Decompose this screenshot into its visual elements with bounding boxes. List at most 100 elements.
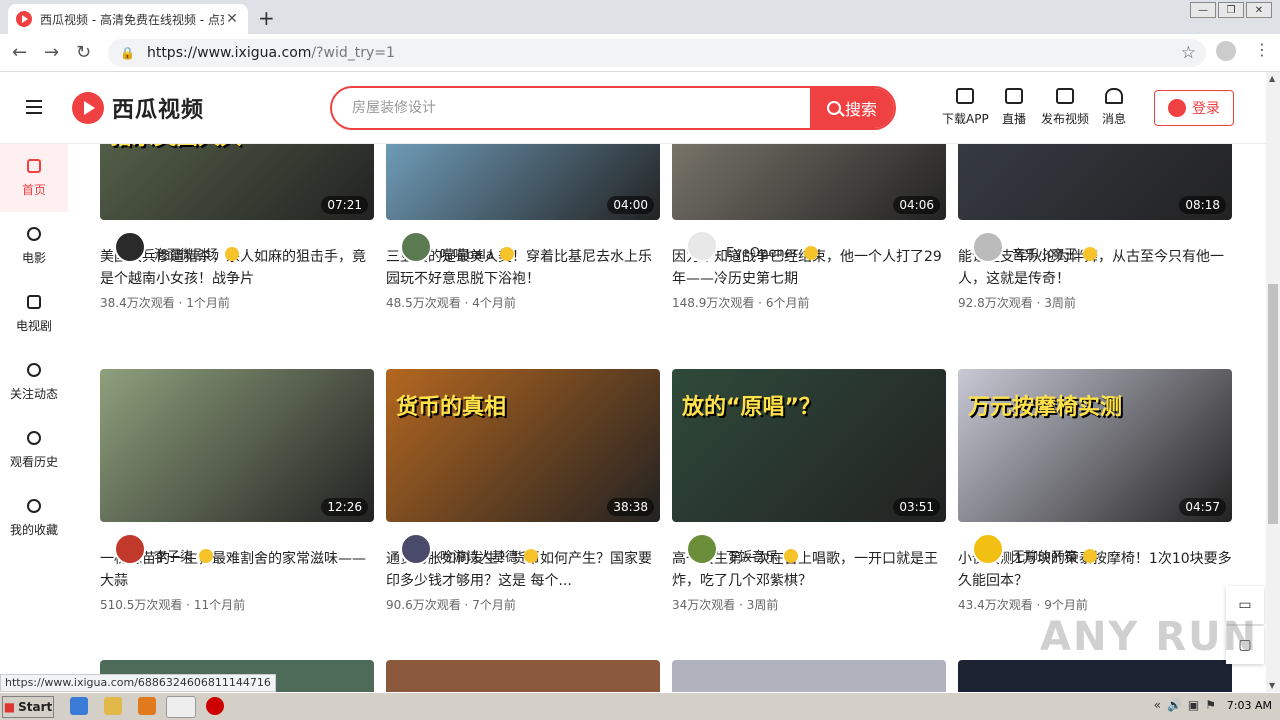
- author-name[interactable]: EyeOpener: [726, 246, 798, 261]
- video-duration: 03:51: [893, 498, 940, 516]
- video-card[interactable]: 放的“原唱”？ 03:51 下饭音乐 高一女生第一次在台上唱歌，一开口就是王炸，吃了几…: [672, 369, 946, 613]
- video-card[interactable]: 万元按摩椅实测 04:57 无聊的开箱 小伙实测1万块的荣泰按摩椅！1次10块要多久能…: [958, 369, 1232, 613]
- author-name[interactable]: 泡面微剧场: [154, 244, 219, 263]
- video-card[interactable]: 12:26 李子柒 一棵蒜苗的一生，最难割舍的家常滋味——大蒜 510.5万次观看 ·…: [100, 369, 374, 613]
- video-author[interactable]: EyeOpener: [686, 230, 818, 262]
- video-thumbnail[interactable]: M.J —— 这就是传奇08:18: [958, 144, 1232, 220]
- video-thumbnail[interactable]: 12:26: [100, 369, 374, 522]
- video-thumbnail[interactable]: 万元按摩椅实测 04:57: [958, 369, 1232, 522]
- scrollbar-thumb[interactable]: [1268, 284, 1278, 524]
- sidebar-item-movies[interactable]: 电影: [0, 212, 68, 280]
- scroll-up-icon[interactable]: ▲: [1269, 74, 1275, 83]
- video-duration: 04:06: [893, 196, 940, 214]
- sidebar-item-home[interactable]: 首页: [0, 144, 68, 212]
- maximize-icon[interactable]: ❐: [1218, 2, 1244, 18]
- site-logo[interactable]: 西瓜视频: [72, 92, 204, 124]
- download-app-label: 下载APP: [942, 112, 989, 126]
- video-thumbnail[interactable]: [672, 660, 946, 692]
- reload-icon[interactable]: ↻: [76, 42, 91, 63]
- sidebar-item-history[interactable]: 观看历史: [0, 416, 68, 484]
- verified-badge-icon: [524, 548, 539, 563]
- upload-video-button[interactable]: 发布视频: [1041, 88, 1089, 127]
- sidebar-item-tv[interactable]: 电视剧: [0, 280, 68, 348]
- author-avatar[interactable]: [972, 230, 1004, 263]
- anyrun-watermark: ANY RUN: [1040, 614, 1259, 660]
- live-button[interactable]: 直播: [1002, 88, 1026, 127]
- messages-button[interactable]: 消息: [1102, 88, 1126, 127]
- video-thumbnail[interactable]: 越南小女孩 猎杀美国大兵 07:21: [100, 144, 374, 220]
- author-name[interactable]: 无聊的开箱: [1012, 546, 1077, 565]
- verified-badge-icon: [225, 246, 240, 261]
- video-thumbnail[interactable]: [958, 660, 1232, 692]
- hamburger-menu-icon[interactable]: [26, 100, 42, 114]
- status-url-bubble: https://www.ixigua.com/68863246068111447…: [0, 674, 276, 692]
- browser-tab[interactable]: 西瓜视频 - 高清免费在线视频 - 点亮 ✕: [8, 4, 248, 34]
- heart-icon: [27, 362, 41, 377]
- sidebar-item-label: 我的收藏: [9, 522, 58, 537]
- forward-arrow-icon[interactable]: →: [44, 42, 59, 63]
- video-card[interactable]: 投降者04:06EyeOpener因为不知道战争已经结束，他一个人打了29年——…: [672, 144, 946, 311]
- author-avatar[interactable]: [400, 230, 432, 263]
- url-field[interactable]: 🔒 https://www.ixigua.com/?wid_try=1 ☆: [108, 39, 1206, 67]
- author-name[interactable]: 喵喵bala: [440, 244, 494, 263]
- view-count: 148.9万次观看: [672, 296, 755, 310]
- video-card[interactable]: M.J —— 这就是传奇08:18音乐小魔王能让整支军队沦为伴舞，从古至今只有他…: [958, 144, 1232, 311]
- media-player-icon[interactable]: [138, 697, 156, 715]
- new-tab-button[interactable]: +: [258, 6, 275, 30]
- download-app-button[interactable]: 下载APP: [942, 88, 989, 127]
- video-author[interactable]: 音乐小魔王: [972, 230, 1098, 263]
- video-author[interactable]: 下饭音乐: [686, 532, 799, 565]
- sidebar-item-following[interactable]: 关注动态: [0, 348, 68, 416]
- back-arrow-icon[interactable]: ←: [12, 42, 27, 63]
- video-author[interactable]: 喵喵bala: [400, 230, 514, 263]
- close-window-icon[interactable]: ✕: [1246, 2, 1272, 18]
- video-card[interactable]: 越南小女孩 猎杀美国大兵07:21泡面微剧场美国大兵惨遭猎杀，杀人如麻的狙击手，…: [100, 144, 374, 311]
- author-avatar[interactable]: [686, 230, 718, 262]
- video-thumbnail[interactable]: 水上乐园04:00: [386, 144, 660, 220]
- video-thumbnail[interactable]: [386, 660, 660, 692]
- video-author[interactable]: 李子柒: [114, 532, 214, 565]
- profile-avatar-icon[interactable]: [1216, 41, 1236, 61]
- bell-icon: [1105, 88, 1123, 104]
- search-input[interactable]: [332, 88, 812, 128]
- search-icon: [826, 101, 841, 115]
- login-button[interactable]: 登录: [1154, 90, 1234, 126]
- close-tab-icon[interactable]: ✕: [224, 11, 240, 27]
- view-count: 90.6万次观看: [386, 598, 461, 612]
- video-card[interactable]: 水上乐园04:00喵喵bala三亚真的是最美人美！穿着比基尼去水上乐园玩不好意思…: [386, 144, 660, 311]
- video-author[interactable]: 无聊的开箱: [972, 532, 1098, 565]
- author-avatar[interactable]: [972, 532, 1004, 565]
- author-avatar[interactable]: [686, 532, 718, 565]
- start-button[interactable]: ■ Start: [2, 696, 54, 718]
- search-button[interactable]: 搜索: [810, 88, 894, 128]
- system-tray[interactable]: «🔊▣⚑: [1154, 698, 1222, 712]
- author-name[interactable]: 吟游诗人基德: [440, 546, 518, 565]
- video-card[interactable]: 货币的真相 38:38 吟游诗人基德 通货膨胀如何发生？货币如何产生？国家要印多少钱才…: [386, 369, 660, 613]
- video-duration: 08:18: [1179, 196, 1226, 214]
- video-author[interactable]: 吟游诗人基德: [400, 532, 539, 565]
- start-label: Start: [18, 700, 53, 714]
- scroll-down-icon[interactable]: ▼: [1269, 681, 1275, 690]
- video-thumbnail[interactable]: 投降者04:06: [672, 144, 946, 220]
- sidebar-item-favorites[interactable]: 我的收藏: [0, 484, 68, 552]
- folder-icon[interactable]: [104, 697, 122, 715]
- author-avatar[interactable]: [114, 532, 146, 565]
- video-stats: 92.8万次观看 · 3周前: [958, 296, 1076, 310]
- author-avatar[interactable]: [400, 532, 432, 565]
- author-avatar[interactable]: [114, 230, 146, 263]
- video-thumbnail[interactable]: 货币的真相 38:38: [386, 369, 660, 522]
- page-scrollbar[interactable]: ▲ ▼: [1266, 72, 1280, 692]
- sidebar-item-label: 关注动态: [9, 386, 58, 401]
- minimize-icon[interactable]: —: [1190, 2, 1216, 18]
- ie-icon[interactable]: [70, 697, 88, 715]
- chrome-taskbar-button[interactable]: [166, 696, 196, 718]
- author-name[interactable]: 下饭音乐: [726, 546, 778, 565]
- bookmark-star-icon[interactable]: ☆: [1181, 43, 1196, 63]
- video-thumbnail[interactable]: 放的“原唱”？ 03:51: [672, 369, 946, 522]
- author-name[interactable]: 音乐小魔王: [1012, 244, 1077, 263]
- browser-menu-icon[interactable]: ⋮: [1254, 40, 1270, 59]
- thumbnail-caption: 放的“原唱”？: [682, 395, 821, 420]
- video-author[interactable]: 泡面微剧场: [114, 230, 240, 263]
- author-name[interactable]: 李子柒: [154, 546, 193, 565]
- security-app-icon[interactable]: [206, 697, 224, 715]
